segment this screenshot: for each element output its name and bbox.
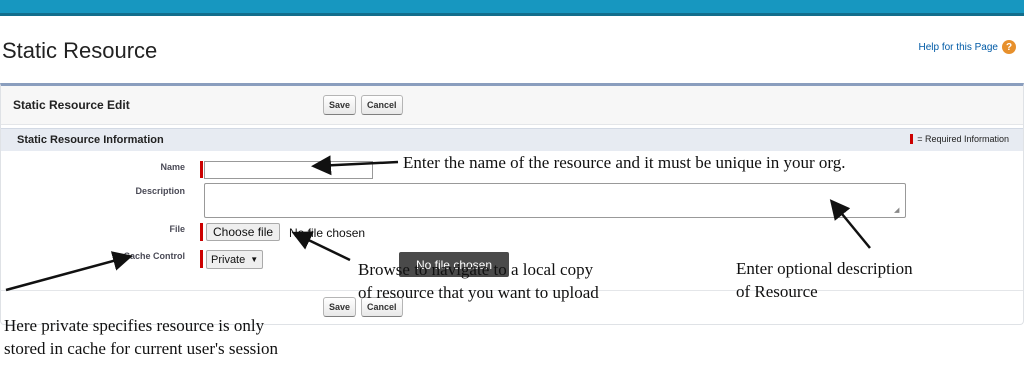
description-textarea[interactable] <box>204 183 906 218</box>
description-annotation-line1: Enter optional description <box>736 259 913 278</box>
cache-control-select[interactable]: Private ▼ <box>206 250 264 269</box>
chevron-down-icon: ▼ <box>250 255 259 264</box>
cache-annotation-line2: stored in cache for current user's sessi… <box>4 339 279 358</box>
cache-control-label: Cache Control <box>123 251 185 261</box>
required-legend: = Required Information <box>910 134 1009 144</box>
help-link-area[interactable]: Help for this Page ? <box>919 40 1016 54</box>
choose-file-button[interactable]: Choose file <box>206 223 281 241</box>
browse-annotation-line2: of resource that you want to upload <box>358 283 599 302</box>
required-legend-text: = Required Information <box>917 134 1009 144</box>
section-header: Static Resource Information = Required I… <box>1 128 1023 151</box>
file-status: No file chosen <box>289 226 366 240</box>
panel-header: Static Resource Edit Save Cancel <box>1 86 1023 125</box>
description-label: Description <box>135 186 185 196</box>
save-button-bottom[interactable]: Save <box>323 297 357 317</box>
required-marker <box>910 134 914 144</box>
description-annotation-line2: of Resource <box>736 282 818 301</box>
cache-annotation: Here private specifies resource is only … <box>4 314 278 360</box>
description-annotation: Enter optional description of Resource <box>736 257 913 303</box>
file-required-marker <box>200 223 203 241</box>
page-title: Static Resource <box>2 38 158 63</box>
name-input[interactable] <box>204 161 373 179</box>
cache-annotation-line1: Here private specifies resource is only <box>4 316 265 335</box>
name-required-marker <box>200 161 203 178</box>
cache-required-marker <box>200 250 203 268</box>
help-link[interactable]: Help for this Page <box>919 42 999 53</box>
file-label: File <box>169 224 185 234</box>
section-title: Static Resource Information <box>17 134 164 146</box>
cache-control-value: Private <box>211 253 246 266</box>
question-icon[interactable]: ? <box>1002 40 1016 54</box>
name-annotation: Enter the name of the resource and it mu… <box>403 153 846 172</box>
browse-annotation: Browse to navigate to a local copy of re… <box>358 258 599 304</box>
top-navigation-bar <box>0 0 1024 16</box>
save-button-top[interactable]: Save <box>323 95 357 115</box>
resize-handle-icon[interactable]: ◢ <box>894 206 1022 323</box>
cancel-button-top[interactable]: Cancel <box>361 95 403 115</box>
browse-annotation-line1: Browse to navigate to a local copy <box>358 260 594 279</box>
name-label: Name <box>160 162 185 172</box>
panel-title: Static Resource Edit <box>13 98 130 112</box>
